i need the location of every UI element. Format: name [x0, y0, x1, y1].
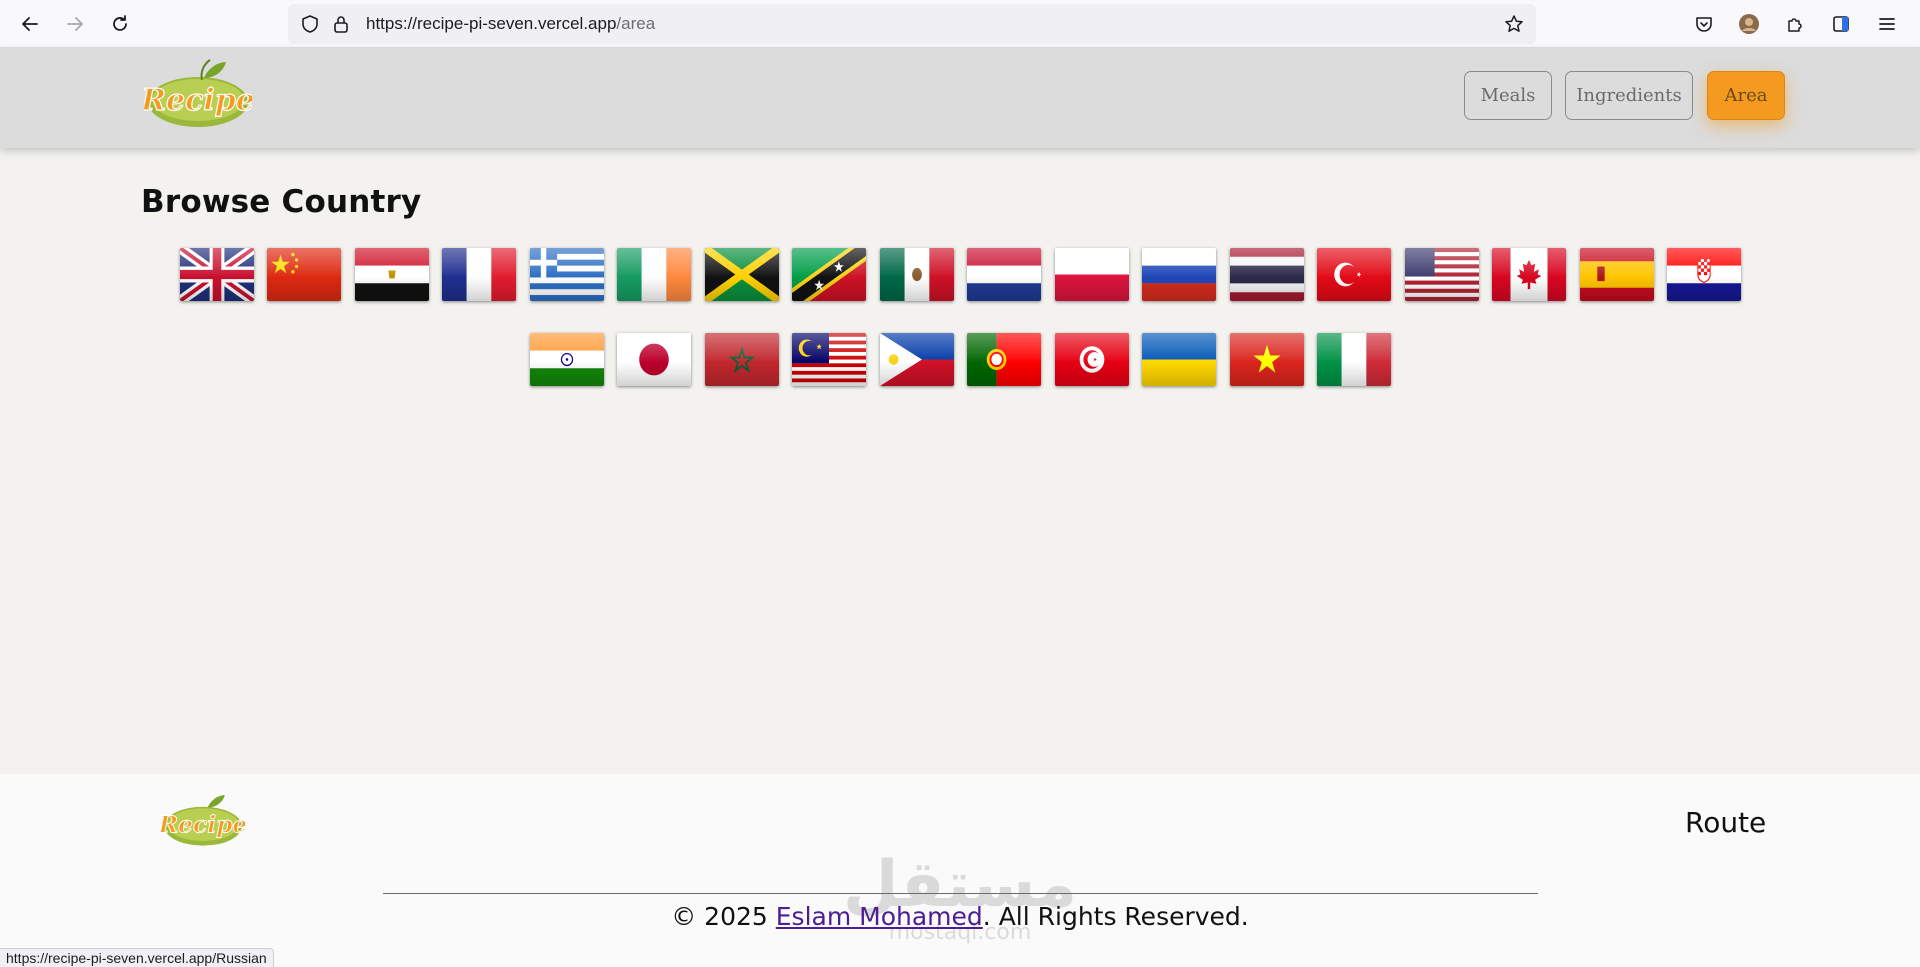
sidebar-button[interactable]: [1829, 12, 1853, 36]
url-path: /area: [616, 14, 656, 33]
menu-button[interactable]: [1875, 12, 1899, 36]
flag-russian[interactable]: [1142, 248, 1216, 301]
flag-moroccan[interactable]: [705, 333, 779, 386]
status-bar-url: https://recipe-pi-seven.vercel.app/Russi…: [0, 948, 274, 967]
hamburger-icon: [1879, 18, 1895, 30]
saint-kitts-flag-icon: [792, 248, 866, 301]
extensions-button[interactable]: [1783, 12, 1807, 36]
recipe-logo[interactable]: Recipe: [144, 56, 252, 132]
account-button[interactable]: [1737, 12, 1761, 36]
logo-text: Recipe: [144, 83, 252, 118]
morocco-flag-icon: [705, 333, 779, 386]
ukraine-flag-icon: [1142, 333, 1216, 386]
flag-american[interactable]: [1405, 248, 1479, 301]
flag-vietnamese[interactable]: [1230, 333, 1304, 386]
page-title: Browse Country: [141, 184, 422, 220]
flag-british[interactable]: [180, 248, 254, 301]
malaysia-flag-icon: [792, 333, 866, 386]
flag-jamaican[interactable]: [705, 248, 779, 301]
greece-flag-icon: [530, 248, 604, 301]
address-bar[interactable]: https://recipe-pi-seven.vercel.app/area: [288, 4, 1536, 44]
china-flag-icon: [267, 248, 341, 301]
usa-flag-icon: [1405, 248, 1479, 301]
poland-flag-icon: [1055, 248, 1129, 301]
shield-icon: [302, 15, 318, 33]
france-flag-icon: [442, 248, 516, 301]
footer-route-label: Route: [1685, 806, 1767, 839]
copyright-suffix: . All Rights Reserved.: [982, 902, 1249, 931]
lock-icon: [334, 16, 348, 33]
flag-chinese[interactable]: [267, 248, 341, 301]
flag-filipino[interactable]: [880, 333, 954, 386]
flag-tunisian[interactable]: [1055, 333, 1129, 386]
bookmark-star-icon[interactable]: [1504, 14, 1524, 34]
flag-mexican[interactable]: [880, 248, 954, 301]
url-host: https://recipe-pi-seven.vercel.app: [366, 14, 617, 33]
nav-area[interactable]: Area: [1707, 71, 1785, 120]
canada-flag-icon: [1492, 248, 1566, 301]
sidebar-icon: [1833, 16, 1849, 32]
flag-italian[interactable]: [1317, 333, 1391, 386]
vietnam-flag-icon: [1230, 333, 1304, 386]
site-header: Recipe Meals Ingredients Area: [0, 48, 1920, 148]
flag-greek[interactable]: [530, 248, 604, 301]
spain-flag-icon: [1580, 248, 1654, 301]
flag-egyptian[interactable]: [355, 248, 429, 301]
japan-flag-icon: [617, 333, 691, 386]
author-link[interactable]: Eslam Mohamed: [776, 902, 983, 931]
reload-button[interactable]: [106, 10, 134, 38]
footer-divider: [383, 893, 1538, 894]
forward-button[interactable]: [61, 10, 89, 38]
copyright-text: © 2025 Eslam Mohamed. All Rights Reserve…: [0, 902, 1920, 931]
flag-ukrainian[interactable]: [1142, 333, 1216, 386]
flag-indian[interactable]: [530, 333, 604, 386]
ireland-flag-icon: [617, 248, 691, 301]
site-footer: Recipe Route مستقل mostaql.com © 2025 Es…: [0, 774, 1920, 967]
flag-kittitian[interactable]: [792, 248, 866, 301]
arrow-left-icon: [22, 17, 38, 31]
italy-flag-icon: [1317, 333, 1391, 386]
back-button[interactable]: [16, 10, 44, 38]
flag-japanese[interactable]: [617, 333, 691, 386]
flag-thai[interactable]: [1230, 248, 1304, 301]
avatar-icon: [1739, 14, 1759, 34]
mexico-flag-icon: [880, 248, 954, 301]
portugal-flag-icon: [967, 333, 1041, 386]
uk-flag-icon: [180, 248, 254, 301]
flag-spanish[interactable]: [1580, 248, 1654, 301]
footer-logo-text: Recipe: [161, 810, 245, 838]
flag-turkish[interactable]: [1317, 248, 1391, 301]
browser-toolbar: https://recipe-pi-seven.vercel.app/area: [0, 0, 1920, 48]
nav-ingredients[interactable]: Ingredients: [1565, 71, 1693, 120]
flag-polish[interactable]: [1055, 248, 1129, 301]
url-text: https://recipe-pi-seven.vercel.app/area: [366, 4, 655, 44]
flag-croatian[interactable]: [1667, 248, 1741, 301]
croatia-flag-icon: [1667, 248, 1741, 301]
flag-malaysian[interactable]: [792, 333, 866, 386]
flag-french[interactable]: [442, 248, 516, 301]
egypt-flag-icon: [355, 248, 429, 301]
footer-logo[interactable]: Recipe: [161, 790, 245, 850]
reload-icon: [113, 15, 127, 31]
arrow-right-icon: [67, 17, 83, 31]
pocket-button[interactable]: [1692, 12, 1716, 36]
nav-meals[interactable]: Meals: [1464, 71, 1552, 120]
flag-canadian[interactable]: [1492, 248, 1566, 301]
flag-irish[interactable]: [617, 248, 691, 301]
flag-portuguese[interactable]: [967, 333, 1041, 386]
russia-flag-icon: [1142, 248, 1216, 301]
copyright-prefix: © 2025: [671, 902, 776, 931]
turkey-flag-icon: [1317, 248, 1391, 301]
jamaica-flag-icon: [705, 248, 779, 301]
philippines-flag-icon: [880, 333, 954, 386]
tunisia-flag-icon: [1055, 333, 1129, 386]
netherlands-flag-icon: [967, 248, 1041, 301]
thailand-flag-icon: [1230, 248, 1304, 301]
india-flag-icon: [530, 333, 604, 386]
flag-dutch[interactable]: [967, 248, 1041, 301]
pocket-icon: [1696, 17, 1712, 32]
puzzle-icon: [1788, 18, 1802, 32]
